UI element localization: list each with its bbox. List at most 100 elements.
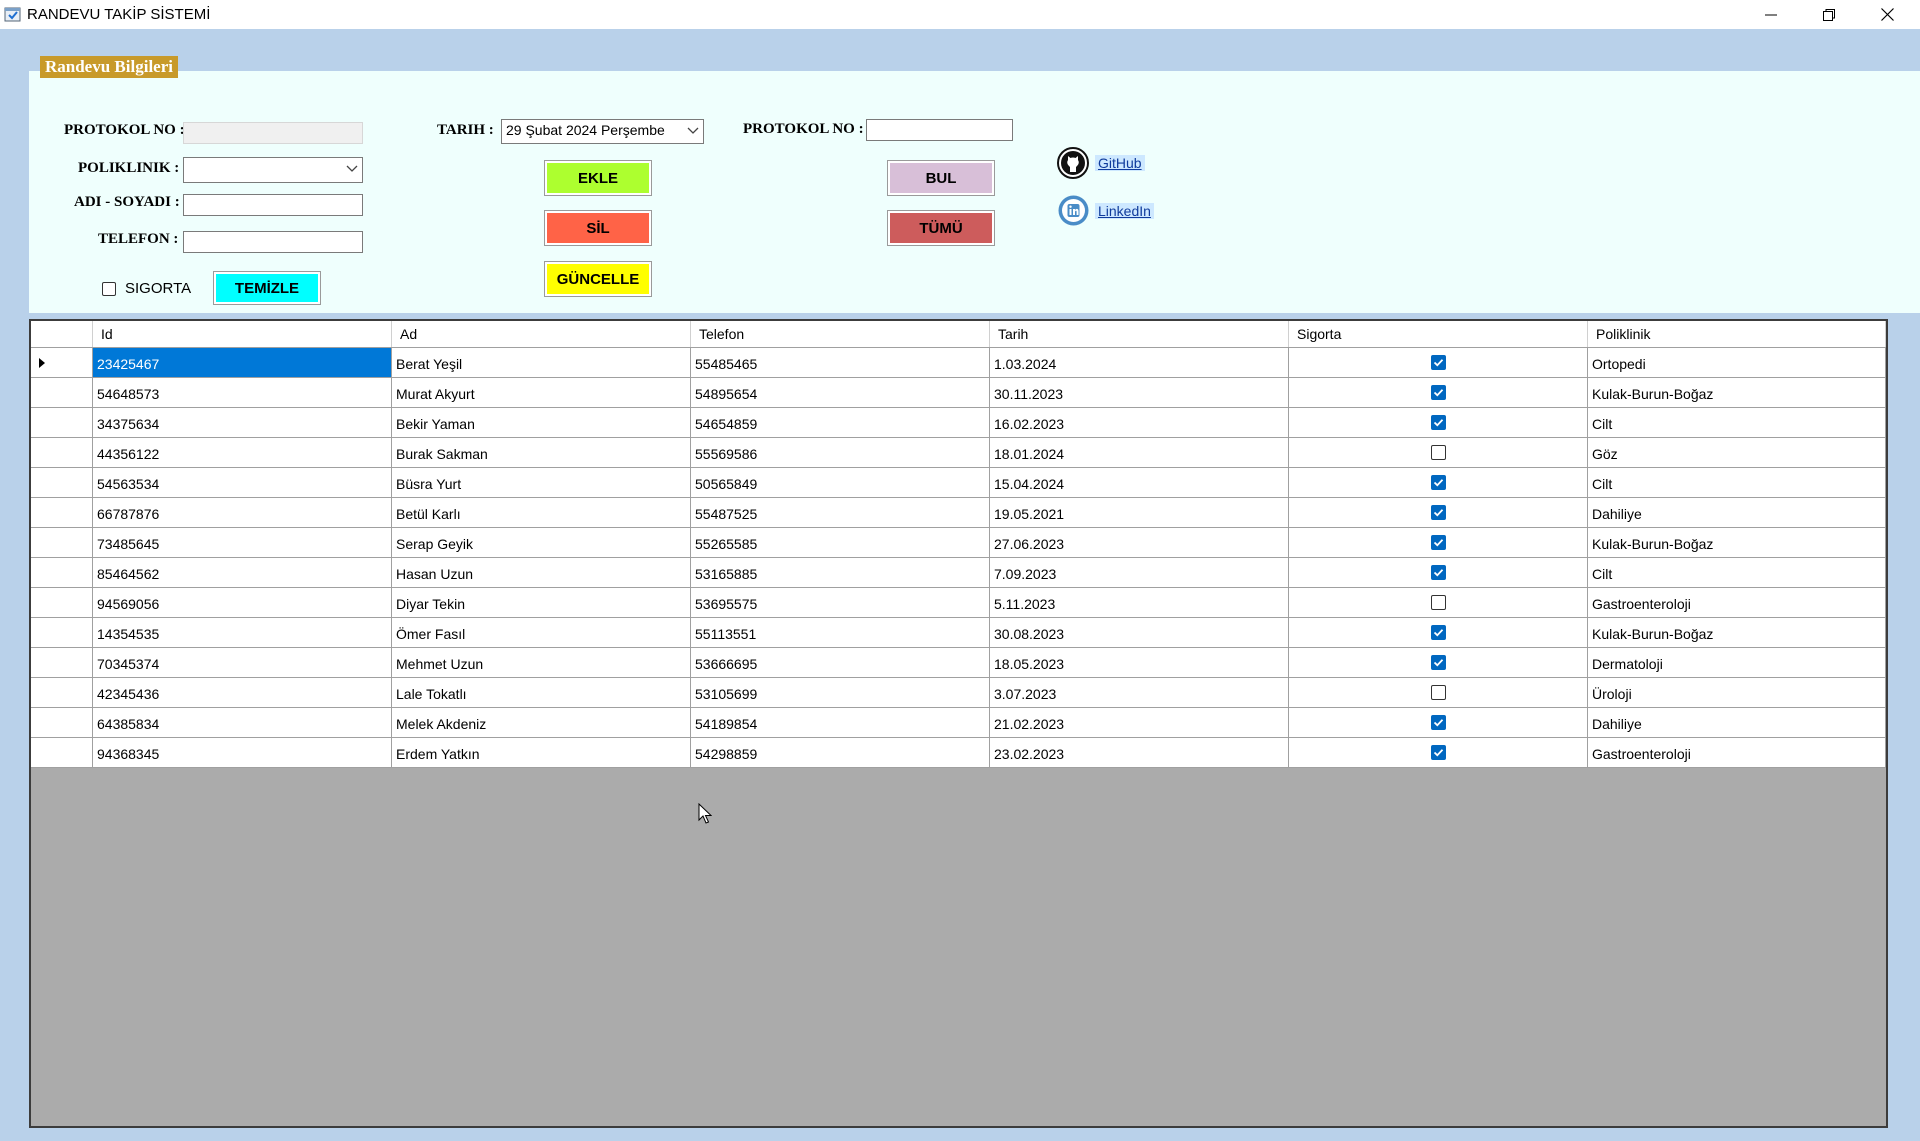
cell-poliklinik[interactable]: Ortopedi [1588,348,1886,378]
row-header[interactable] [31,528,93,558]
cell-tarih[interactable]: 30.08.2023 [990,618,1289,648]
cell-sigorta[interactable] [1289,408,1588,438]
cell-telefon[interactable]: 55113551 [691,618,990,648]
cell-tarih[interactable]: 27.06.2023 [990,528,1289,558]
cell-ad[interactable]: Erdem Yatkın [392,738,691,768]
cell-ad[interactable]: Melek Akdeniz [392,708,691,738]
cell-id[interactable]: 14354535 [93,618,392,648]
github-label[interactable]: GitHub [1095,155,1145,171]
table-row[interactable]: 54648573 Murat Akyurt 54895654 30.11.2023 Ku… [31,378,1886,408]
table-row[interactable]: 85464562 Hasan Uzun 53165885 7.09.2023 Cilt [31,558,1886,588]
row-header[interactable] [31,558,93,588]
minimize-button[interactable] [1742,0,1800,29]
close-button[interactable] [1858,0,1916,29]
row-header[interactable] [31,738,93,768]
cell-telefon[interactable]: 53666695 [691,648,990,678]
sigorta-checkbox[interactable] [1431,415,1446,430]
telefon-field[interactable] [183,231,363,253]
cell-tarih[interactable]: 19.05.2021 [990,498,1289,528]
row-header[interactable] [31,588,93,618]
table-row[interactable]: 66787876 Betül Karlı 55487525 19.05.2021 Dah… [31,498,1886,528]
column-header-poliklinik[interactable]: Poliklinik [1588,321,1886,347]
cell-ad[interactable]: Berat Yeşil [392,348,691,378]
cell-telefon[interactable]: 53165885 [691,558,990,588]
sigorta-checkbox[interactable] [1431,715,1446,730]
cell-id[interactable]: 70345374 [93,648,392,678]
cell-telefon[interactable]: 54654859 [691,408,990,438]
cell-sigorta[interactable] [1289,468,1588,498]
cell-telefon[interactable]: 50565849 [691,468,990,498]
row-header[interactable] [31,618,93,648]
cell-poliklinik[interactable]: Gastroenteroloji [1588,588,1886,618]
cell-sigorta[interactable] [1289,438,1588,468]
cell-tarih[interactable]: 18.01.2024 [990,438,1289,468]
protokol-field[interactable] [183,122,363,144]
cell-tarih[interactable]: 15.04.2024 [990,468,1289,498]
table-row[interactable]: 94368345 Erdem Yatkın 54298859 23.02.2023 Ga… [31,738,1886,768]
sigorta-checkbox[interactable] [1431,355,1446,370]
sigorta-checkbox[interactable] [1431,685,1446,700]
table-row[interactable]: 73485645 Serap Geyik 55265585 27.06.2023 Kul… [31,528,1886,558]
cell-tarih[interactable]: 16.02.2023 [990,408,1289,438]
cell-poliklinik[interactable]: Kulak-Burun-Boğaz [1588,618,1886,648]
cell-tarih[interactable]: 5.11.2023 [990,588,1289,618]
cell-poliklinik[interactable]: Dahiliye [1588,498,1886,528]
cell-telefon[interactable]: 55265585 [691,528,990,558]
ekle-button[interactable]: EKLE [544,160,652,196]
appointments-grid[interactable]: Id Ad Telefon Tarih Sigorta Poliklinik 2… [29,319,1888,1128]
row-header[interactable] [31,648,93,678]
table-row[interactable]: 70345374 Mehmet Uzun 53666695 18.05.2023 Der… [31,648,1886,678]
cell-telefon[interactable]: 53695575 [691,588,990,618]
cell-ad[interactable]: Murat Akyurt [392,378,691,408]
sil-button[interactable]: SİL [544,210,652,246]
tarih-datepicker[interactable]: 29 Şubat 2024 Perşembe [501,119,704,144]
cell-sigorta[interactable] [1289,528,1588,558]
cell-poliklinik[interactable]: Göz [1588,438,1886,468]
cell-sigorta[interactable] [1289,348,1588,378]
cell-tarih[interactable]: 21.02.2023 [990,708,1289,738]
temizle-button[interactable]: TEMİZLE [213,271,321,305]
column-header-sigorta[interactable]: Sigorta [1289,321,1588,347]
cell-ad[interactable]: Serap Geyik [392,528,691,558]
row-header[interactable] [31,408,93,438]
cell-ad[interactable]: Betül Karlı [392,498,691,528]
column-header-id[interactable]: Id [93,321,392,347]
cell-tarih[interactable]: 30.11.2023 [990,378,1289,408]
cell-telefon[interactable]: 54298859 [691,738,990,768]
sigorta-checkbox[interactable] [1431,565,1446,580]
table-row[interactable]: 54563534 Büsra Yurt 50565849 15.04.2024 Cilt [31,468,1886,498]
sigorta-checkbox[interactable] [1431,505,1446,520]
sigorta-checkbox[interactable] [1431,475,1446,490]
cell-ad[interactable]: Mehmet Uzun [392,648,691,678]
cell-sigorta[interactable] [1289,738,1588,768]
cell-id[interactable]: 94569056 [93,588,392,618]
row-header[interactable] [31,468,93,498]
linkedin-link[interactable]: LinkedIn [1058,195,1154,226]
sigorta-checkbox[interactable] [1431,595,1446,610]
search-protokol-field[interactable] [866,119,1013,141]
column-header-tarih[interactable]: Tarih [990,321,1289,347]
cell-telefon[interactable]: 54895654 [691,378,990,408]
cell-tarih[interactable]: 1.03.2024 [990,348,1289,378]
cell-sigorta[interactable] [1289,588,1588,618]
cell-id[interactable]: 73485645 [93,528,392,558]
row-header[interactable] [31,708,93,738]
cell-id[interactable]: 66787876 [93,498,392,528]
cell-tarih[interactable]: 7.09.2023 [990,558,1289,588]
cell-id[interactable]: 23425467 [93,348,392,378]
cell-ad[interactable]: Ömer Fasıl [392,618,691,648]
cell-telefon[interactable]: 54189854 [691,708,990,738]
cell-telefon[interactable]: 55569586 [691,438,990,468]
cell-id[interactable]: 44356122 [93,438,392,468]
table-row[interactable]: 44356122 Burak Sakman 55569586 18.01.2024 Gö… [31,438,1886,468]
tumu-button[interactable]: TÜMÜ [887,210,995,246]
adsoyad-field[interactable] [183,194,363,216]
sigorta-checkbox[interactable] [1431,385,1446,400]
sigorta-checkbox[interactable] [1431,745,1446,760]
cell-id[interactable]: 94368345 [93,738,392,768]
cell-sigorta[interactable] [1289,558,1588,588]
cell-telefon[interactable]: 55487525 [691,498,990,528]
poliklinik-combobox[interactable] [183,157,363,183]
cell-ad[interactable]: Diyar Tekin [392,588,691,618]
cell-sigorta[interactable] [1289,708,1588,738]
